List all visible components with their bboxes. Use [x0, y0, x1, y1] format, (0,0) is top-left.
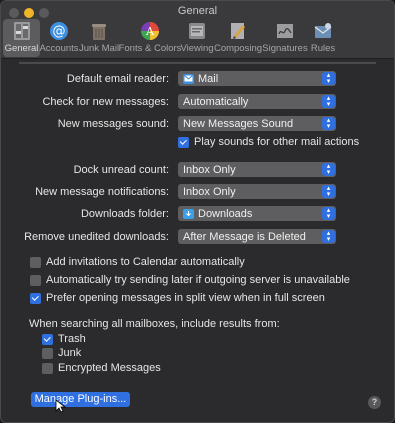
encrypted-label: Encrypted Messages	[58, 362, 161, 374]
default-reader-label: Default email reader:	[66, 73, 169, 85]
notifications-value: Inbox Only	[183, 185, 236, 198]
svg-text:@: @	[53, 24, 66, 39]
preferences-window: General General @ Accounts Junk Mail A F…	[0, 0, 395, 423]
popup-chevron-icon: ▴ ▾	[322, 117, 335, 130]
check-new-value: Automatically	[183, 95, 249, 108]
mail-app-icon	[183, 73, 194, 84]
new-sound-label: New messages sound:	[57, 118, 169, 130]
glasses-icon	[186, 20, 208, 41]
tab-rules[interactable]: Rules	[308, 19, 338, 57]
downloads-folder-label: Downloads folder:	[80, 208, 169, 220]
junk-label: Junk	[58, 347, 82, 359]
popup-chevron-icon: ▴ ▾	[322, 163, 335, 176]
dock-unread-label: Dock unread count:	[73, 164, 169, 176]
notifications-label: New message notifications:	[35, 186, 169, 198]
auto-retry-label: Automatically try sending later if outgo…	[46, 274, 350, 286]
divider	[19, 62, 376, 64]
play-sounds-checkbox[interactable]: Play sounds for other mail actions	[178, 136, 359, 148]
dock-unread-popup[interactable]: Inbox Only ▴ ▾	[178, 162, 336, 177]
checkbox-box	[42, 347, 53, 359]
preferences-toolbar: General @ Accounts Junk Mail A Fonts & C…	[3, 19, 392, 57]
downloads-folder-popup[interactable]: Downloads ▴ ▾	[178, 206, 336, 221]
check-new-label: Check for new messages:	[42, 96, 169, 108]
tab-fonts-colors[interactable]: A Fonts & Colors	[118, 19, 182, 57]
general-switch-icon	[11, 20, 33, 41]
tab-junk-mail-label: Junk Mail	[78, 43, 120, 54]
checkbox-box	[30, 292, 41, 304]
popup-chevron-icon: ▴ ▾	[322, 72, 335, 85]
downloads-folder-value: Downloads	[198, 207, 253, 220]
tab-fonts-colors-label: Fonts & Colors	[118, 43, 182, 54]
remove-downloads-popup[interactable]: After Message is Deleted ▴ ▾	[178, 229, 336, 244]
dock-unread-value: Inbox Only	[183, 163, 236, 176]
rules-icon	[312, 20, 334, 41]
remove-downloads-label: Remove unedited downloads:	[24, 231, 169, 243]
general-pane: Default email reader: Mail ▴ ▾ Check for …	[1, 60, 394, 422]
signature-icon	[274, 20, 296, 41]
tab-general-label: General	[4, 43, 39, 54]
checkbox-box	[42, 333, 53, 345]
search-section-label: When searching all mailboxes, include re…	[29, 318, 280, 330]
remove-downloads-value: After Message is Deleted	[183, 230, 306, 243]
help-button[interactable]: ?	[368, 396, 381, 409]
default-reader-value: Mail	[198, 72, 219, 85]
trash-label: Trash	[58, 333, 86, 345]
window-title: General	[177, 5, 218, 17]
tab-composing[interactable]: Composing	[214, 19, 262, 57]
trash-bin-icon	[88, 20, 110, 41]
popup-chevron-icon: ▴ ▾	[322, 230, 335, 243]
new-sound-value: New Messages Sound	[183, 117, 294, 130]
mouse-pointer-icon	[55, 399, 67, 413]
tab-signatures-label: Signatures	[262, 43, 308, 54]
play-sounds-label: Play sounds for other mail actions	[194, 136, 360, 148]
at-sign-icon: @	[48, 20, 70, 41]
tab-junk-mail[interactable]: Junk Mail	[78, 19, 120, 57]
tab-rules-label: Rules	[310, 43, 336, 54]
popup-chevron-icon: ▴ ▾	[322, 185, 335, 198]
default-reader-popup[interactable]: Mail ▴ ▾	[178, 71, 336, 86]
popup-chevron-icon: ▴ ▾	[322, 95, 335, 108]
tab-accounts-label: Accounts	[39, 43, 79, 54]
trash-checkbox[interactable]: Trash	[42, 333, 86, 345]
checkbox-box	[30, 256, 41, 268]
color-palette-icon: A	[139, 20, 161, 41]
pencil-paper-icon	[227, 20, 249, 41]
check-new-popup[interactable]: Automatically ▴ ▾	[178, 94, 336, 109]
tab-viewing-label: Viewing	[180, 43, 214, 54]
manage-plugins-button[interactable]: Manage Plug-ins...	[31, 392, 130, 407]
add-calendar-label: Add invitations to Calendar automaticall…	[46, 256, 245, 268]
tab-accounts[interactable]: @ Accounts	[39, 19, 79, 57]
checkbox-box	[30, 274, 41, 286]
junk-checkbox[interactable]: Junk	[42, 347, 81, 359]
tab-composing-label: Composing	[213, 43, 263, 54]
titlebar: General General @ Accounts Junk Mail A F…	[1, 1, 394, 59]
popup-chevron-icon: ▴ ▾	[322, 207, 335, 220]
split-view-checkbox[interactable]: Prefer opening messages in split view wh…	[30, 292, 325, 304]
tab-signatures[interactable]: Signatures	[262, 19, 308, 57]
add-calendar-checkbox[interactable]: Add invitations to Calendar automaticall…	[30, 256, 245, 268]
new-sound-popup[interactable]: New Messages Sound ▴ ▾	[178, 116, 336, 131]
tab-viewing[interactable]: Viewing	[180, 19, 214, 57]
folder-icon	[183, 208, 194, 219]
encrypted-checkbox[interactable]: Encrypted Messages	[42, 362, 161, 374]
tab-general[interactable]: General	[3, 19, 40, 57]
checkbox-box	[178, 136, 189, 148]
auto-retry-checkbox[interactable]: Automatically try sending later if outgo…	[30, 274, 350, 286]
notifications-popup[interactable]: Inbox Only ▴ ▾	[178, 184, 336, 199]
svg-text:A: A	[145, 25, 155, 38]
split-view-label: Prefer opening messages in split view wh…	[46, 292, 325, 304]
checkbox-box	[42, 362, 53, 374]
